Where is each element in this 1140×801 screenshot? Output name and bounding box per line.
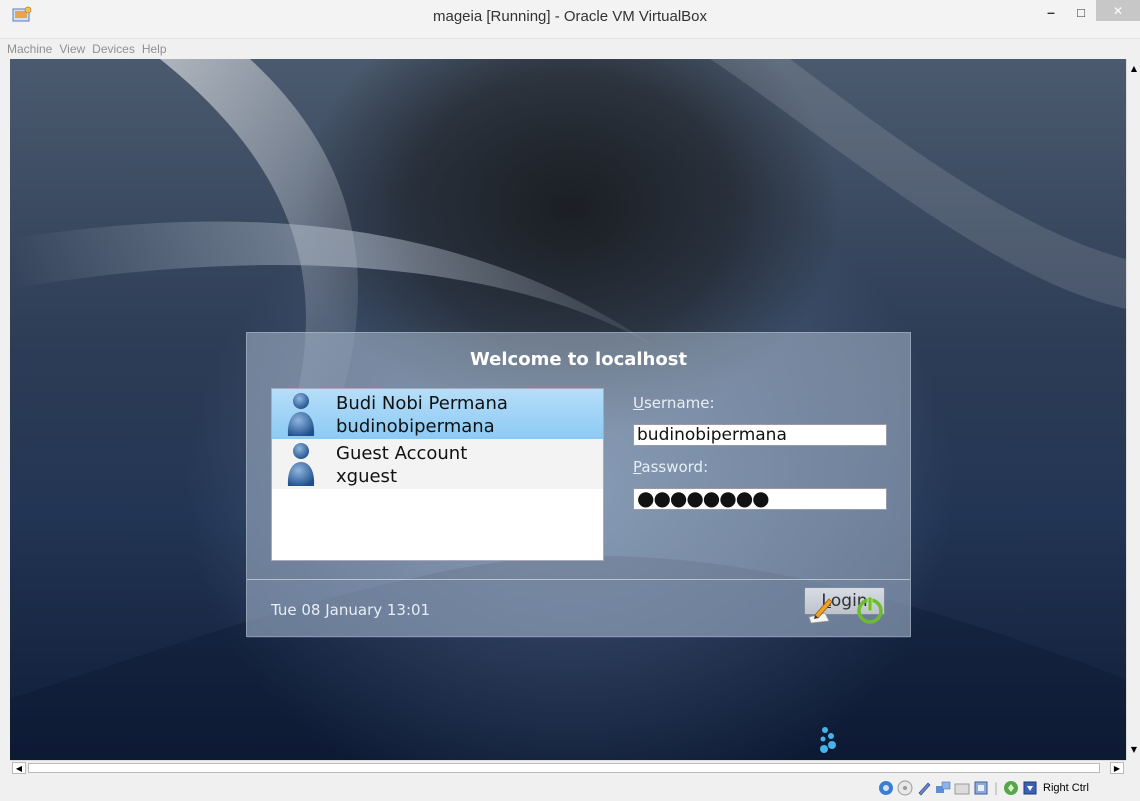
- status-bar: | Right Ctrl: [0, 777, 1140, 801]
- menu-bar: Machine View Devices Help: [0, 39, 1140, 59]
- scroll-right-icon[interactable]: ▶: [1110, 762, 1124, 774]
- window-titlebar: mageia [Running] - Oracle VM VirtualBox …: [0, 0, 1140, 39]
- status-separator: |: [994, 781, 999, 795]
- mageia-logo-icon: [820, 727, 836, 753]
- minimize-button[interactable]: –: [1036, 0, 1066, 24]
- password-label: Password:: [633, 458, 708, 476]
- menu-devices[interactable]: Devices: [92, 42, 135, 56]
- maximize-icon: □: [1077, 4, 1085, 20]
- user-login-name: budinobipermana: [336, 416, 495, 437]
- mouse-integration-icon[interactable]: [1022, 780, 1038, 796]
- hard-disk-icon[interactable]: [878, 780, 894, 796]
- scroll-left-icon[interactable]: ◀: [12, 762, 26, 774]
- menu-help[interactable]: Help: [142, 42, 167, 56]
- usb-icon[interactable]: [916, 780, 932, 796]
- display-icon[interactable]: [973, 780, 989, 796]
- close-icon: ✕: [1112, 3, 1124, 18]
- menu-machine[interactable]: Machine: [7, 42, 52, 56]
- username-field[interactable]: budinobipermana: [633, 424, 887, 446]
- user-list-item-budi[interactable]: Budi Nobi Permana budinobipermana: [272, 389, 603, 439]
- password-label-text: assword:: [641, 458, 709, 476]
- power-icon[interactable]: [855, 595, 885, 625]
- user-avatar-icon: [287, 443, 315, 486]
- optical-drive-icon[interactable]: [897, 780, 913, 796]
- password-field[interactable]: ●●●●●●●●: [633, 488, 887, 510]
- host-key-label: Right Ctrl: [1043, 782, 1089, 794]
- session-edit-icon[interactable]: [805, 595, 835, 625]
- user-avatar-icon: [287, 393, 315, 436]
- minimize-icon: –: [1047, 4, 1055, 20]
- close-button[interactable]: ✕: [1096, 0, 1140, 21]
- username-label-text: sername:: [643, 394, 715, 412]
- username-label: Username:: [633, 394, 715, 412]
- scroll-up-icon[interactable]: ▲: [1128, 61, 1140, 75]
- network-icon[interactable]: [935, 780, 951, 796]
- user-full-name: Guest Account: [336, 443, 468, 464]
- scroll-down-icon[interactable]: ▼: [1128, 742, 1140, 756]
- shared-folders-icon[interactable]: [954, 780, 970, 796]
- maximize-button[interactable]: □: [1066, 0, 1096, 24]
- horizontal-scrollbar[interactable]: ◀ ▶: [10, 760, 1126, 774]
- user-login-name: xguest: [336, 466, 397, 487]
- capture-icon[interactable]: [1003, 780, 1019, 796]
- vm-display[interactable]: Welcome to localhost Budi Nobi Permana b…: [10, 59, 1126, 760]
- vertical-scrollbar[interactable]: ▲ ▼: [1126, 59, 1140, 760]
- menu-view[interactable]: View: [59, 42, 85, 56]
- login-dialog: Welcome to localhost Budi Nobi Permana b…: [246, 332, 911, 638]
- user-list-item-guest[interactable]: Guest Account xguest: [272, 439, 603, 489]
- user-full-name: Budi Nobi Permana: [336, 393, 508, 414]
- horizontal-scroll-thumb[interactable]: [28, 763, 1100, 773]
- date-time: Tue 08 January 13:01: [271, 601, 431, 619]
- username-label-mnemonic: U: [633, 394, 644, 412]
- welcome-title: Welcome to localhost: [469, 349, 688, 370]
- user-list[interactable]: Budi Nobi Permana budinobipermana Guest …: [271, 388, 604, 561]
- window-title: mageia [Running] - Oracle VM VirtualBox: [432, 8, 707, 25]
